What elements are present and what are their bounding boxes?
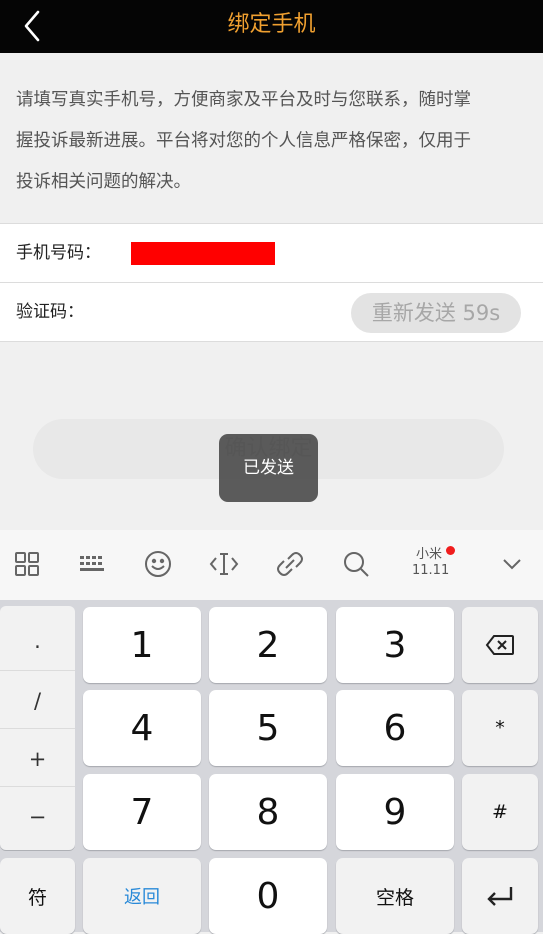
key-1[interactable]: 1 xyxy=(83,607,201,683)
key-5[interactable]: 5 xyxy=(209,690,327,766)
key-6[interactable]: 6 xyxy=(336,690,454,766)
key-hash[interactable]: # xyxy=(462,774,538,850)
key-slash[interactable]: / xyxy=(0,672,75,730)
page-title: 绑定手机 xyxy=(227,12,316,37)
toast-message: 已发送 xyxy=(219,434,318,502)
notice-text: 请填写真实手机号，方便商家及平台及时与您联系，随时掌 握投诉最新进展。平台将对您… xyxy=(16,80,531,203)
phone-input-masked[interactable] xyxy=(131,242,275,265)
divider xyxy=(0,786,75,787)
key-4[interactable]: 4 xyxy=(83,690,201,766)
enter-key[interactable] xyxy=(462,858,538,934)
divider xyxy=(0,728,75,729)
cursor-move-icon[interactable] xyxy=(206,546,242,582)
phone-row: 手机号码： xyxy=(0,224,543,282)
notice-line: 请填写真实手机号，方便商家及平台及时与您联系，随时掌 xyxy=(16,90,471,110)
key-star[interactable]: * xyxy=(462,690,538,766)
key-8[interactable]: 8 xyxy=(209,774,327,850)
emoji-icon[interactable] xyxy=(140,546,176,582)
collapse-keyboard-icon[interactable] xyxy=(494,546,530,582)
enter-icon xyxy=(487,887,513,906)
search-icon[interactable] xyxy=(338,546,374,582)
back-key[interactable]: 返回 xyxy=(83,858,201,934)
key-plus[interactable]: + xyxy=(0,730,75,788)
numeric-keyboard: . / + − 1 2 3 4 5 6 * 7 8 9 # 符 返回 0 空格 xyxy=(0,600,543,934)
key-dot[interactable]: . xyxy=(0,612,75,670)
symbol-key[interactable]: 符 xyxy=(0,858,75,934)
mi-promo-icon[interactable]: 小米 11.11 xyxy=(412,546,455,584)
nav-bar: 绑定手机 xyxy=(0,0,543,53)
space-key[interactable]: 空格 xyxy=(336,858,454,934)
backspace-icon xyxy=(485,635,514,655)
key-9[interactable]: 9 xyxy=(336,774,454,850)
backspace-key[interactable] xyxy=(462,607,538,683)
notice-line: 握投诉最新进展。平台将对您的个人信息严格保密，仅用于 xyxy=(16,131,471,151)
resend-code-button[interactable]: 重新发送 59s xyxy=(351,293,521,333)
code-row: 验证码： 重新发送 59s xyxy=(0,282,543,341)
key-minus[interactable]: − xyxy=(0,788,75,846)
key-0[interactable]: 0 xyxy=(209,858,327,934)
symbol-column: . / + − xyxy=(0,606,75,850)
code-label: 验证码： xyxy=(16,302,84,322)
key-3[interactable]: 3 xyxy=(336,607,454,683)
divider xyxy=(0,670,75,671)
key-7[interactable]: 7 xyxy=(83,774,201,850)
bind-form: 手机号码： 验证码： 重新发送 59s xyxy=(0,223,543,342)
phone-label: 手机号码： xyxy=(16,243,101,263)
apps-grid-icon[interactable] xyxy=(9,546,45,582)
mi-brand-text: 小米 xyxy=(415,547,442,562)
keyboard-icon[interactable] xyxy=(74,546,110,582)
mi-number-text: 11.11 xyxy=(412,563,450,578)
key-2[interactable]: 2 xyxy=(209,607,327,683)
keyboard-toolbar xyxy=(0,530,543,600)
notification-dot xyxy=(446,546,455,555)
notice-line: 投诉相关问题的解决。 xyxy=(16,172,191,192)
link-icon[interactable] xyxy=(272,546,308,582)
